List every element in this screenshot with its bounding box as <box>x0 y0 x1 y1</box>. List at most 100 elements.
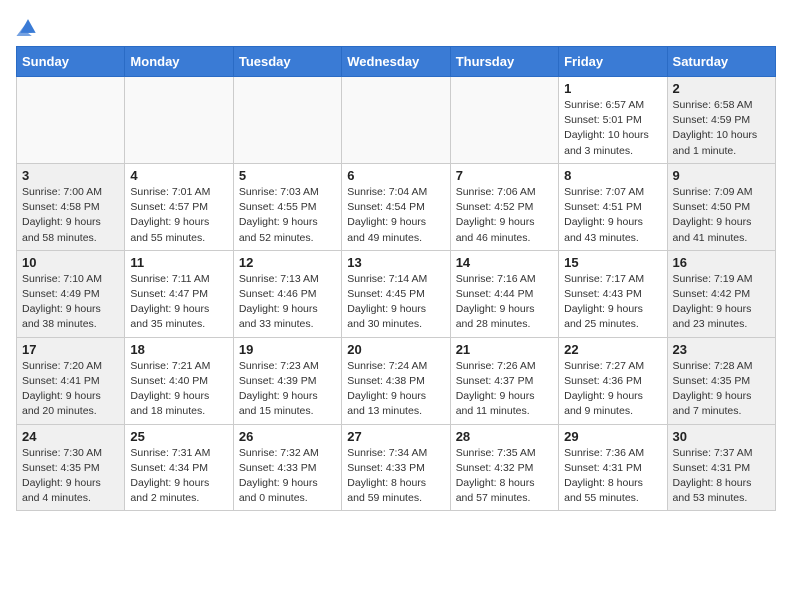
calendar-cell: 11 Sunrise: 7:11 AM Sunset: 4:47 PM Dayli… <box>125 250 233 337</box>
calendar-cell: 23 Sunrise: 7:28 AM Sunset: 4:35 PM Dayli… <box>667 337 775 424</box>
day-number: 10 <box>22 255 119 270</box>
column-header-monday: Monday <box>125 47 233 77</box>
calendar-cell: 2Sunrise: 6:58 AM Sunset: 4:59 PM Daylig… <box>667 77 775 164</box>
calendar-cell <box>450 77 558 164</box>
calendar-cell: 8 Sunrise: 7:07 AM Sunset: 4:51 PM Daylig… <box>559 163 667 250</box>
calendar-cell: 3 Sunrise: 7:00 AM Sunset: 4:58 PM Daylig… <box>17 163 125 250</box>
day-number: 5 <box>239 168 336 183</box>
calendar-cell: 22 Sunrise: 7:27 AM Sunset: 4:36 PM Dayli… <box>559 337 667 424</box>
day-number: 1 <box>564 81 661 96</box>
day-info: Sunrise: 7:37 AM Sunset: 4:31 PM Dayligh… <box>673 446 770 507</box>
calendar-cell: 13 Sunrise: 7:14 AM Sunset: 4:45 PM Dayli… <box>342 250 450 337</box>
day-info: Sunrise: 6:57 AM Sunset: 5:01 PM Dayligh… <box>564 98 661 159</box>
day-info: Sunrise: 7:03 AM Sunset: 4:55 PM Dayligh… <box>239 185 336 246</box>
day-number: 7 <box>456 168 553 183</box>
day-number: 9 <box>673 168 770 183</box>
page-header <box>16 16 776 36</box>
column-header-sunday: Sunday <box>17 47 125 77</box>
day-number: 13 <box>347 255 444 270</box>
day-info: Sunrise: 7:26 AM Sunset: 4:37 PM Dayligh… <box>456 359 553 420</box>
day-number: 21 <box>456 342 553 357</box>
day-number: 17 <box>22 342 119 357</box>
calendar-cell: 16Sunrise: 7:19 AM Sunset: 4:42 PM Dayli… <box>667 250 775 337</box>
day-info: Sunrise: 7:23 AM Sunset: 4:39 PM Dayligh… <box>239 359 336 420</box>
calendar-cell <box>342 77 450 164</box>
day-number: 25 <box>130 429 227 444</box>
calendar-cell <box>233 77 341 164</box>
day-number: 8 <box>564 168 661 183</box>
column-header-thursday: Thursday <box>450 47 558 77</box>
calendar-cell: 7 Sunrise: 7:06 AM Sunset: 4:52 PM Daylig… <box>450 163 558 250</box>
day-number: 26 <box>239 429 336 444</box>
day-info: Sunrise: 7:10 AM Sunset: 4:49 PM Dayligh… <box>22 272 119 333</box>
calendar-cell: 10 Sunrise: 7:10 AM Sunset: 4:49 PM Dayli… <box>17 250 125 337</box>
day-info: Sunrise: 7:31 AM Sunset: 4:34 PM Dayligh… <box>130 446 227 507</box>
day-info: Sunrise: 7:11 AM Sunset: 4:47 PM Dayligh… <box>130 272 227 333</box>
calendar-cell: 12Sunrise: 7:13 AM Sunset: 4:46 PM Dayli… <box>233 250 341 337</box>
day-number: 3 <box>22 168 119 183</box>
calendar-cell: 4 Sunrise: 7:01 AM Sunset: 4:57 PM Daylig… <box>125 163 233 250</box>
calendar-cell: 25 Sunrise: 7:31 AM Sunset: 4:34 PM Dayli… <box>125 424 233 511</box>
calendar-cell: 19Sunrise: 7:23 AM Sunset: 4:39 PM Dayli… <box>233 337 341 424</box>
day-number: 29 <box>564 429 661 444</box>
day-number: 20 <box>347 342 444 357</box>
calendar-header-row: SundayMondayTuesdayWednesdayThursdayFrid… <box>17 47 776 77</box>
day-info: Sunrise: 7:35 AM Sunset: 4:32 PM Dayligh… <box>456 446 553 507</box>
day-info: Sunrise: 7:24 AM Sunset: 4:38 PM Dayligh… <box>347 359 444 420</box>
day-info: Sunrise: 7:06 AM Sunset: 4:52 PM Dayligh… <box>456 185 553 246</box>
day-info: Sunrise: 7:34 AM Sunset: 4:33 PM Dayligh… <box>347 446 444 507</box>
day-number: 27 <box>347 429 444 444</box>
day-info: Sunrise: 7:14 AM Sunset: 4:45 PM Dayligh… <box>347 272 444 333</box>
column-header-friday: Friday <box>559 47 667 77</box>
day-number: 4 <box>130 168 227 183</box>
day-info: Sunrise: 7:04 AM Sunset: 4:54 PM Dayligh… <box>347 185 444 246</box>
day-number: 30 <box>673 429 770 444</box>
calendar-cell: 21 Sunrise: 7:26 AM Sunset: 4:37 PM Dayli… <box>450 337 558 424</box>
calendar-week-2: 3 Sunrise: 7:00 AM Sunset: 4:58 PM Daylig… <box>17 163 776 250</box>
calendar-cell: 30 Sunrise: 7:37 AM Sunset: 4:31 PM Dayli… <box>667 424 775 511</box>
day-number: 16 <box>673 255 770 270</box>
day-info: Sunrise: 7:32 AM Sunset: 4:33 PM Dayligh… <box>239 446 336 507</box>
calendar-cell: 6Sunrise: 7:04 AM Sunset: 4:54 PM Daylig… <box>342 163 450 250</box>
calendar-week-5: 24 Sunrise: 7:30 AM Sunset: 4:35 PM Dayli… <box>17 424 776 511</box>
day-info: Sunrise: 7:16 AM Sunset: 4:44 PM Dayligh… <box>456 272 553 333</box>
calendar-cell: 14 Sunrise: 7:16 AM Sunset: 4:44 PM Dayli… <box>450 250 558 337</box>
day-info: Sunrise: 7:09 AM Sunset: 4:50 PM Dayligh… <box>673 185 770 246</box>
logo-icon <box>16 16 40 36</box>
calendar-cell: 26 Sunrise: 7:32 AM Sunset: 4:33 PM Dayli… <box>233 424 341 511</box>
calendar-cell: 29Sunrise: 7:36 AM Sunset: 4:31 PM Dayli… <box>559 424 667 511</box>
day-info: Sunrise: 7:13 AM Sunset: 4:46 PM Dayligh… <box>239 272 336 333</box>
day-info: Sunrise: 7:20 AM Sunset: 4:41 PM Dayligh… <box>22 359 119 420</box>
day-number: 23 <box>673 342 770 357</box>
calendar-cell: 27 Sunrise: 7:34 AM Sunset: 4:33 PM Dayli… <box>342 424 450 511</box>
day-number: 24 <box>22 429 119 444</box>
day-info: Sunrise: 7:01 AM Sunset: 4:57 PM Dayligh… <box>130 185 227 246</box>
day-number: 14 <box>456 255 553 270</box>
calendar-week-1: 1 Sunrise: 6:57 AM Sunset: 5:01 PM Daylig… <box>17 77 776 164</box>
calendar-week-4: 17 Sunrise: 7:20 AM Sunset: 4:41 PM Dayli… <box>17 337 776 424</box>
day-info: Sunrise: 7:07 AM Sunset: 4:51 PM Dayligh… <box>564 185 661 246</box>
day-number: 18 <box>130 342 227 357</box>
day-info: Sunrise: 7:27 AM Sunset: 4:36 PM Dayligh… <box>564 359 661 420</box>
day-number: 2 <box>673 81 770 96</box>
day-info: Sunrise: 7:28 AM Sunset: 4:35 PM Dayligh… <box>673 359 770 420</box>
calendar-cell: 5 Sunrise: 7:03 AM Sunset: 4:55 PM Daylig… <box>233 163 341 250</box>
day-number: 11 <box>130 255 227 270</box>
day-number: 15 <box>564 255 661 270</box>
column-header-wednesday: Wednesday <box>342 47 450 77</box>
calendar-cell: 1 Sunrise: 6:57 AM Sunset: 5:01 PM Daylig… <box>559 77 667 164</box>
day-info: Sunrise: 7:21 AM Sunset: 4:40 PM Dayligh… <box>130 359 227 420</box>
day-info: Sunrise: 7:30 AM Sunset: 4:35 PM Dayligh… <box>22 446 119 507</box>
calendar-table: SundayMondayTuesdayWednesdayThursdayFrid… <box>16 46 776 511</box>
calendar-cell: 9 Sunrise: 7:09 AM Sunset: 4:50 PM Daylig… <box>667 163 775 250</box>
calendar-cell: 18 Sunrise: 7:21 AM Sunset: 4:40 PM Dayli… <box>125 337 233 424</box>
column-header-tuesday: Tuesday <box>233 47 341 77</box>
calendar-cell: 24 Sunrise: 7:30 AM Sunset: 4:35 PM Dayli… <box>17 424 125 511</box>
calendar-cell <box>17 77 125 164</box>
calendar-cell: 15Sunrise: 7:17 AM Sunset: 4:43 PM Dayli… <box>559 250 667 337</box>
day-number: 22 <box>564 342 661 357</box>
day-number: 28 <box>456 429 553 444</box>
day-info: Sunrise: 7:00 AM Sunset: 4:58 PM Dayligh… <box>22 185 119 246</box>
calendar-cell: 17 Sunrise: 7:20 AM Sunset: 4:41 PM Dayli… <box>17 337 125 424</box>
calendar-cell: 20 Sunrise: 7:24 AM Sunset: 4:38 PM Dayli… <box>342 337 450 424</box>
